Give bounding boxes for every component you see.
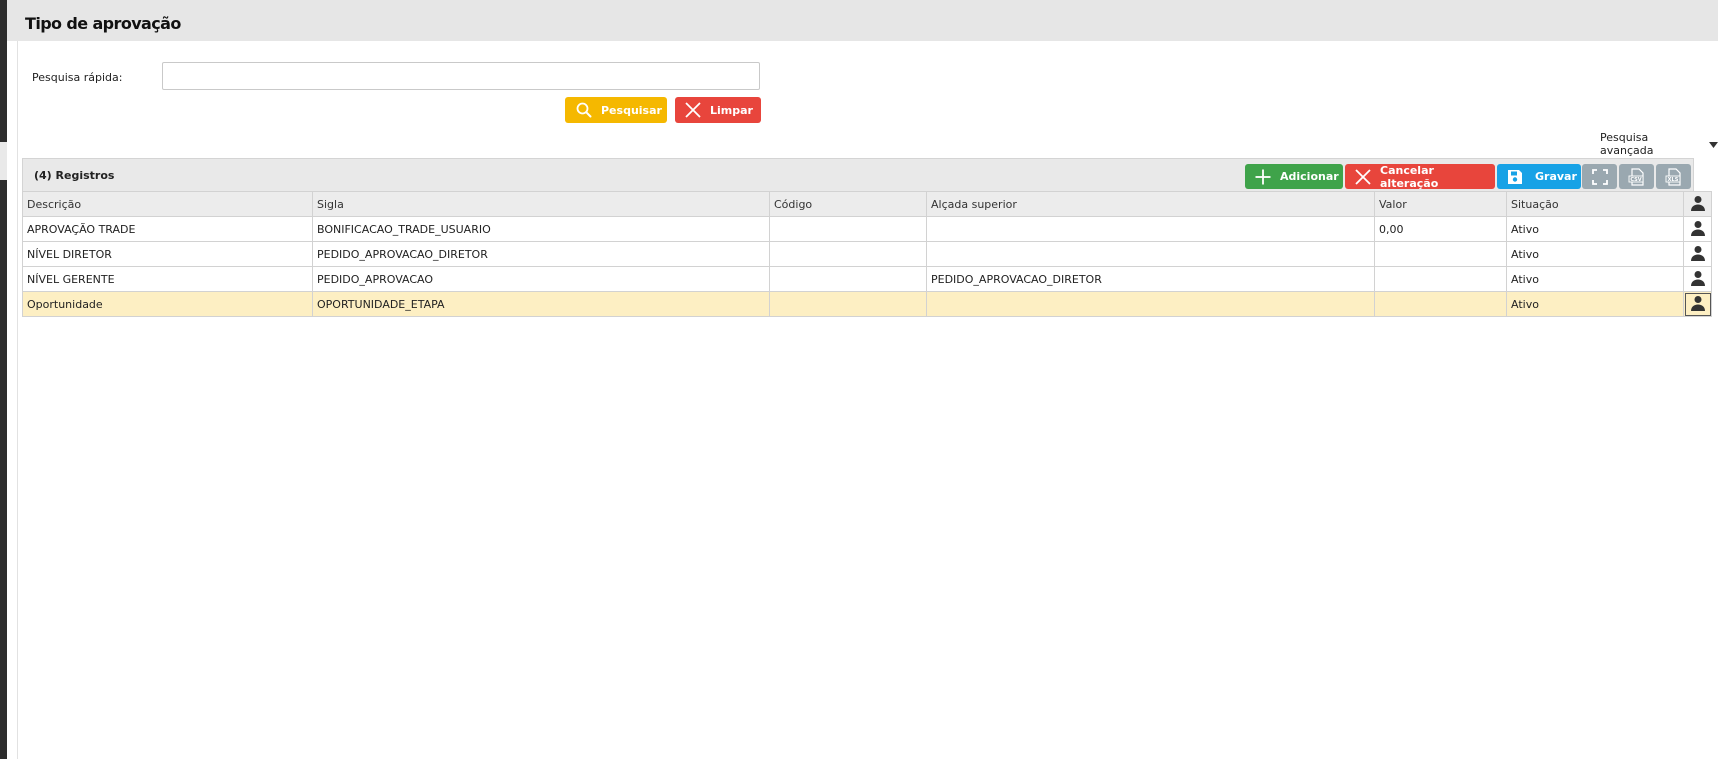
close-icon	[1355, 168, 1371, 185]
csv-icon: CSV	[1628, 167, 1646, 186]
table-row-selected[interactable]: Oportunidade OPORTUNIDADE_ETAPA Ativo	[22, 291, 1712, 317]
cell-descricao[interactable]: APROVAÇÃO TRADE	[22, 216, 313, 242]
save-button-label: Gravar	[1535, 170, 1577, 183]
cell-codigo[interactable]	[769, 266, 927, 292]
column-header-descricao[interactable]: Descrição	[22, 191, 313, 217]
row-user-button[interactable]	[1683, 241, 1712, 267]
floppy-disk-icon	[1507, 169, 1523, 185]
column-header-alcada-superior[interactable]: Alçada superior	[926, 191, 1375, 217]
cell-alcada-superior[interactable]	[926, 291, 1375, 317]
app-left-edge	[0, 0, 7, 759]
fullscreen-icon	[1591, 168, 1608, 185]
left-edge-dark-bottom	[0, 180, 7, 759]
export-xls-button[interactable]: XLS	[1656, 164, 1691, 189]
clear-button[interactable]: Limpar	[675, 97, 761, 123]
cell-descricao[interactable]: NÍVEL DIRETOR	[22, 241, 313, 267]
user-icon	[1690, 270, 1706, 289]
user-icon	[1690, 220, 1706, 239]
left-edge-dark-top	[0, 0, 7, 142]
cancel-changes-button[interactable]: Cancelar alteração	[1345, 163, 1495, 190]
cell-sigla[interactable]: OPORTUNIDADE_ETAPA	[312, 291, 770, 317]
search-button-label: Pesquisar	[601, 103, 662, 117]
record-count: (4) Registros	[34, 169, 115, 182]
page-header: Tipo de aprovação	[7, 0, 1718, 41]
caret-down-icon	[1709, 138, 1718, 151]
plus-icon	[1255, 169, 1271, 185]
save-button[interactable]: Gravar	[1497, 164, 1581, 189]
column-header-sigla[interactable]: Sigla	[312, 191, 770, 217]
cell-descricao[interactable]: NÍVEL GERENTE	[22, 266, 313, 292]
clear-button-label: Limpar	[710, 103, 753, 117]
svg-text:CSV: CSV	[1630, 177, 1641, 183]
cell-situacao[interactable]: Ativo	[1506, 291, 1684, 317]
close-icon	[685, 102, 701, 118]
column-header-codigo[interactable]: Código	[769, 191, 927, 217]
add-button-label: Adicionar	[1280, 170, 1339, 183]
row-user-button[interactable]	[1683, 216, 1712, 242]
cell-valor[interactable]: 0,00	[1374, 216, 1507, 242]
xls-icon: XLS	[1665, 167, 1683, 186]
cell-sigla[interactable]: BONIFICACAO_TRADE_USUARIO	[312, 216, 770, 242]
cell-situacao[interactable]: Ativo	[1506, 241, 1684, 267]
cell-codigo[interactable]	[769, 291, 927, 317]
row-user-button[interactable]	[1683, 291, 1712, 317]
table-row[interactable]: NÍVEL DIRETOR PEDIDO_APROVACAO_DIRETOR A…	[22, 241, 1712, 267]
cell-alcada-superior[interactable]	[926, 216, 1375, 242]
cancel-changes-label: Cancelar alteração	[1380, 163, 1439, 190]
row-user-button[interactable]	[1683, 266, 1712, 292]
cell-valor[interactable]	[1374, 291, 1507, 317]
user-icon	[1690, 245, 1706, 264]
cell-alcada-superior[interactable]: PEDIDO_APROVACAO_DIRETOR	[926, 266, 1375, 292]
export-csv-button[interactable]: CSV	[1619, 164, 1654, 189]
quick-search-label: Pesquisa rápida:	[32, 71, 123, 84]
advanced-search-toggle[interactable]: Pesquisa avançada	[1600, 131, 1718, 157]
table-row[interactable]: NÍVEL GERENTE PEDIDO_APROVACAO PEDIDO_AP…	[22, 266, 1712, 292]
table-row[interactable]: APROVAÇÃO TRADE BONIFICACAO_TRADE_USUARI…	[22, 216, 1712, 242]
svg-text:XLS: XLS	[1667, 177, 1678, 183]
records-table: Descrição Sigla Código Alçada superior V…	[22, 191, 1712, 317]
user-icon	[1690, 295, 1706, 314]
add-button[interactable]: Adicionar	[1245, 164, 1343, 189]
column-header-valor[interactable]: Valor	[1374, 191, 1507, 217]
grid-toolbar: (4) Registros Adicionar Cancelar alteraç…	[22, 158, 1694, 191]
content-area	[17, 41, 1718, 759]
page-title: Tipo de aprovação	[25, 14, 181, 33]
cell-situacao[interactable]: Ativo	[1506, 266, 1684, 292]
search-button[interactable]: Pesquisar	[565, 97, 667, 123]
cell-codigo[interactable]	[769, 241, 927, 267]
search-icon	[576, 102, 592, 118]
advanced-search-label: Pesquisa avançada	[1600, 131, 1654, 157]
cell-situacao[interactable]: Ativo	[1506, 216, 1684, 242]
table-header-row: Descrição Sigla Código Alçada superior V…	[22, 191, 1712, 217]
cell-sigla[interactable]: PEDIDO_APROVACAO_DIRETOR	[312, 241, 770, 267]
cell-codigo[interactable]	[769, 216, 927, 242]
user-icon	[1690, 195, 1706, 214]
cell-valor[interactable]	[1374, 241, 1507, 267]
fullscreen-button[interactable]	[1582, 164, 1617, 189]
cell-sigla[interactable]: PEDIDO_APROVACAO	[312, 266, 770, 292]
user-column-header[interactable]	[1683, 191, 1712, 217]
cell-valor[interactable]	[1374, 266, 1507, 292]
cell-alcada-superior[interactable]	[926, 241, 1375, 267]
quick-search-input[interactable]	[162, 62, 760, 90]
cell-descricao[interactable]: Oportunidade	[22, 291, 313, 317]
column-header-situacao[interactable]: Situação	[1506, 191, 1684, 217]
